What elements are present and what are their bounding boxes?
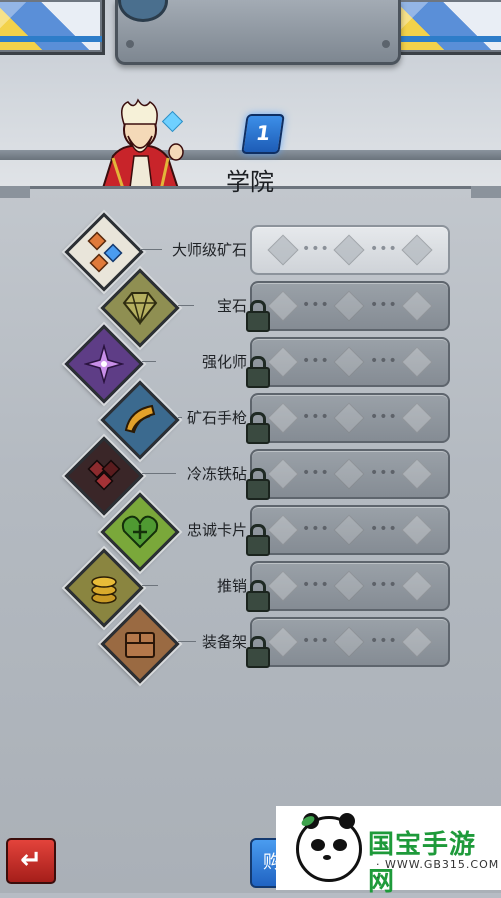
tree-row-label: 冷冻铁砧 [186, 465, 247, 483]
tree-row-label: 大师级矿石 [171, 241, 247, 259]
upgrade-slot-bar[interactable]: ••• ••• [250, 281, 450, 331]
stained-glass-window-right [396, 0, 501, 55]
upgrade-slot-bar[interactable]: ••• ••• [250, 225, 450, 275]
upgrade-slot-bar[interactable]: ••• ••• [250, 393, 450, 443]
watermark: 国宝手游网 · WWW.GB315.COM · [276, 806, 501, 897]
tree-row-label: 忠诚卡片 [186, 521, 247, 539]
panda-logo-icon [296, 813, 362, 882]
tree-row-label: 推销 [216, 577, 247, 595]
lock-icon [246, 524, 270, 556]
tree-row-loyalty-card[interactable]: 忠诚卡片 ••• ••• [0, 492, 501, 572]
lock-icon [246, 468, 270, 500]
tree-row-promotion[interactable]: 推销 ••• ••• [0, 548, 501, 628]
watermark-url: · WWW.GB315.COM · [376, 858, 500, 884]
upgrade-slot-bar[interactable]: ••• ••• [250, 505, 450, 555]
tree-row-label: 装备架 [201, 633, 247, 651]
level-badge: 1 [241, 114, 285, 154]
upgrade-slot-bar[interactable]: ••• ••• [250, 337, 450, 387]
lock-icon [246, 356, 270, 388]
back-button[interactable]: ↵ [6, 838, 56, 884]
page-title: 学院 [226, 168, 274, 196]
tree-row-enhancer[interactable]: 强化师 ••• ••• [0, 324, 501, 404]
lock-icon [246, 580, 270, 612]
lock-icon [246, 636, 270, 668]
upgrade-slot-bar[interactable]: ••• ••• [250, 561, 450, 611]
upgrade-slot-bar[interactable]: ••• ••• [250, 449, 450, 499]
tree-row-master-ore[interactable]: 大师级矿石 ••• ••• [0, 212, 501, 292]
upgrade-slot-bar[interactable]: ••• ••• [250, 617, 450, 667]
lock-icon [246, 412, 270, 444]
tree-row-gem[interactable]: 宝石 ••• ••• [0, 268, 501, 348]
tree-row-label: 宝石 [216, 297, 247, 315]
tree-row-equipment-rack[interactable]: 装备架 ••• ••• [0, 604, 501, 684]
tree-row-label: 强化师 [201, 353, 247, 371]
stained-glass-window-left [0, 0, 105, 55]
lock-icon [246, 300, 270, 332]
tree-row-frozen-anvil[interactable]: 冷冻铁砧 ••• ••• [0, 436, 501, 516]
tree-row-label: 矿石手枪 [186, 409, 247, 427]
tree-row-ore-pistol[interactable]: 矿石手枪 ••• ••• [0, 380, 501, 460]
return-arrow-icon: ↵ [20, 845, 42, 875]
